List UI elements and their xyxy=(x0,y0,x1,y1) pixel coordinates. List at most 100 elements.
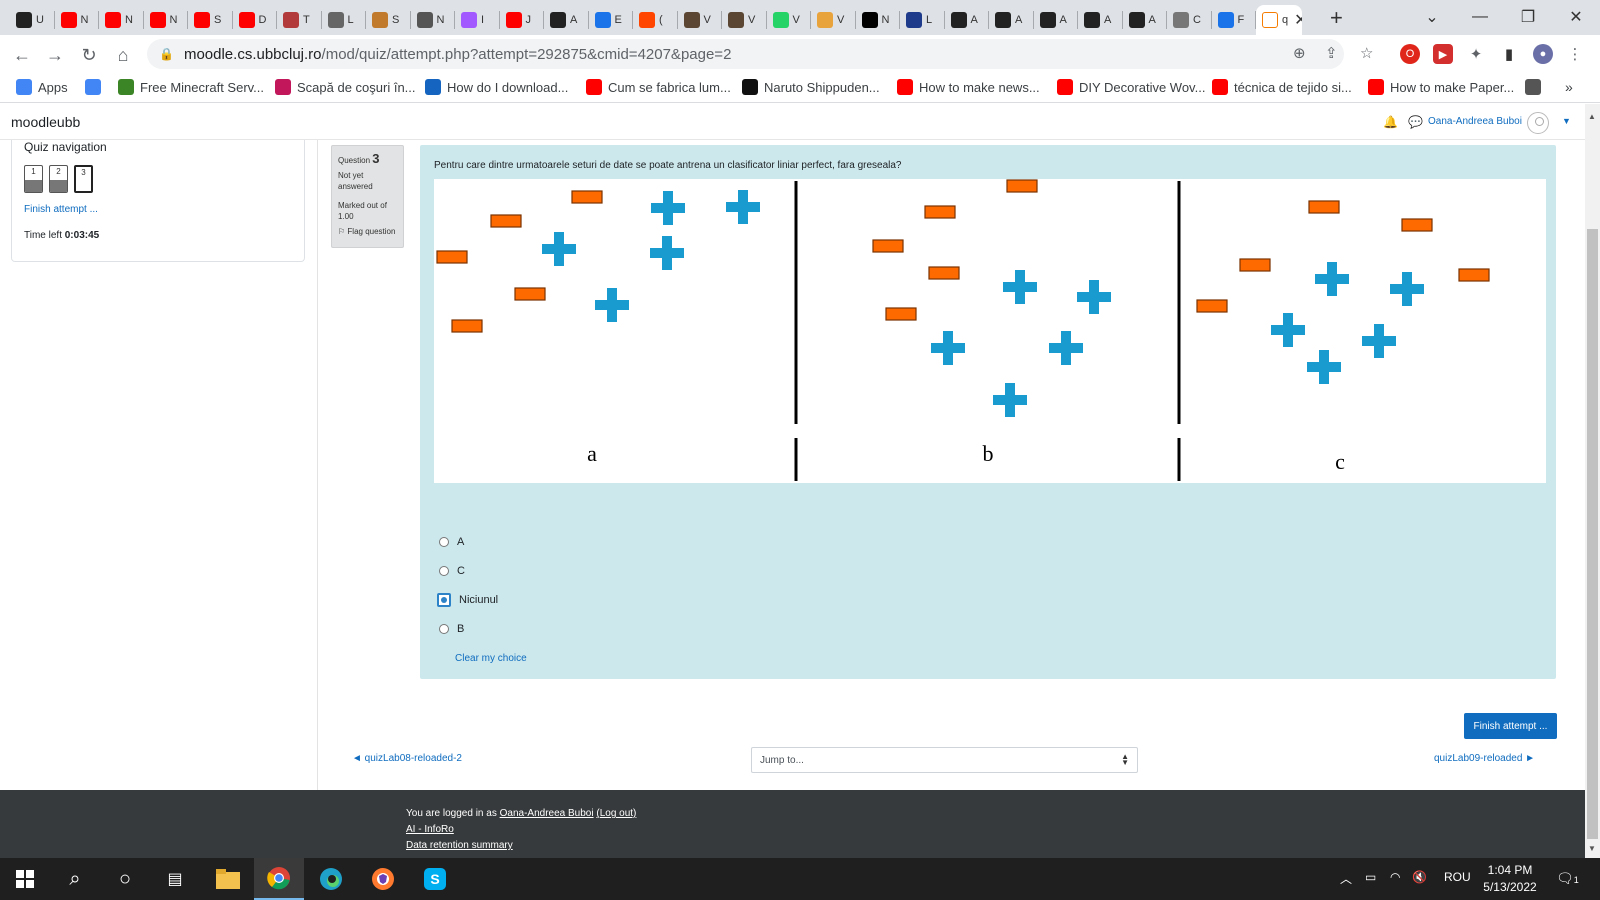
task-view-icon[interactable]: ▤ xyxy=(150,858,200,900)
edge-taskbar-icon[interactable] xyxy=(306,858,356,900)
browser-tab[interactable]: A xyxy=(945,5,989,35)
user-menu-name[interactable]: Oana-Andreea Buboi xyxy=(1428,116,1522,127)
reload-icon[interactable]: ↻ xyxy=(77,43,101,67)
browser-tab[interactable]: V xyxy=(722,5,766,35)
input-language[interactable]: ROU xyxy=(1444,870,1471,884)
browser-tab[interactable]: A xyxy=(544,5,588,35)
bookmark-item[interactable]: Cum se fabrica lum... xyxy=(586,79,731,95)
browser-tab[interactable]: A xyxy=(1034,5,1078,35)
zoom-icon[interactable]: ⊕ xyxy=(1293,44,1306,62)
bookmark-item[interactable]: Apps xyxy=(16,79,68,95)
browser-tab[interactable]: D xyxy=(233,5,277,35)
user-menu-caret-icon[interactable]: ▼ xyxy=(1562,116,1571,126)
battery-icon[interactable]: ▭ xyxy=(1365,870,1376,884)
browser-tab[interactable]: ( xyxy=(633,5,677,35)
browser-tab[interactable]: C xyxy=(1167,5,1211,35)
browser-tab[interactable]: U xyxy=(10,5,54,35)
bookmark-item[interactable]: Scapă de coşuri în... xyxy=(275,79,416,95)
footer-user-link[interactable]: Oana-Andreea Buboi xyxy=(500,808,594,819)
site-brand[interactable]: moodleubb xyxy=(11,114,80,130)
browser-tab[interactable]: E xyxy=(589,5,633,35)
bookmark-item[interactable]: How to make news... xyxy=(897,79,1040,95)
restore-button[interactable]: ❐ xyxy=(1508,4,1548,30)
chrome-taskbar-icon[interactable] xyxy=(254,858,304,900)
browser-tab[interactable]: F xyxy=(1212,5,1256,35)
browser-tab[interactable]: N xyxy=(144,5,188,35)
bookmark-item[interactable]: técnica de tejido si... xyxy=(1212,79,1352,95)
bookmark-item[interactable]: Naruto Shippuden... xyxy=(742,79,880,95)
previous-activity-link[interactable]: ◄ quizLab08-reloaded-2 xyxy=(352,753,462,764)
extensions-puzzle-icon[interactable]: ✦ xyxy=(1466,44,1486,64)
speaker-muted-icon[interactable]: 🔇 xyxy=(1412,870,1427,884)
logout-link[interactable]: (Log out) xyxy=(596,808,636,819)
share-icon[interactable]: ⇪ xyxy=(1325,44,1338,62)
answer-option-b[interactable]: B xyxy=(439,623,464,635)
bookmark-item[interactable] xyxy=(1525,79,1541,95)
browser-tab[interactable]: V xyxy=(767,5,811,35)
browser-tab[interactable]: L xyxy=(322,5,366,35)
browser-tab[interactable]: V xyxy=(678,5,722,35)
quiz-nav-question-3[interactable]: 3 xyxy=(74,165,93,193)
browser-tab[interactable]: N xyxy=(411,5,455,35)
windows-start-icon[interactable] xyxy=(0,858,50,900)
file-explorer-icon[interactable] xyxy=(203,858,253,900)
browser-tab[interactable]: J xyxy=(500,5,544,35)
bookmark-item[interactable]: DIY Decorative Wov... xyxy=(1057,79,1205,95)
forward-arrow-icon[interactable]: → xyxy=(43,43,67,67)
quiz-nav-question-1[interactable]: 1 xyxy=(24,165,43,193)
browser-tab[interactable]: S xyxy=(366,5,410,35)
browser-tab[interactable]: V xyxy=(811,5,855,35)
browser-tab[interactable]: A xyxy=(989,5,1033,35)
finish-attempt-link[interactable]: Finish attempt ... xyxy=(24,204,98,215)
scrollbar-thumb[interactable] xyxy=(1587,229,1598,839)
minimize-button[interactable]: — xyxy=(1460,4,1500,30)
notification-bell-icon[interactable]: 🔔 xyxy=(1383,115,1398,129)
search-icon[interactable]: ⌕ xyxy=(50,858,100,900)
browser-tab[interactable]: A xyxy=(1078,5,1122,35)
bookmark-item[interactable]: How to make Paper... xyxy=(1368,79,1514,95)
bookmark-item[interactable]: Free Minecraft Serv... xyxy=(118,79,264,95)
browser-tab[interactable]: N xyxy=(55,5,99,35)
answer-option-a[interactable]: A xyxy=(439,536,464,548)
browser-tab[interactable]: L xyxy=(900,5,944,35)
bookmark-item[interactable]: How do I download... xyxy=(425,79,568,95)
cortana-icon[interactable]: ○ xyxy=(100,858,150,900)
browser-tab[interactable]: N xyxy=(856,5,900,35)
new-tab-button[interactable]: + xyxy=(1330,6,1343,30)
quiz-nav-question-2[interactable]: 2 xyxy=(49,165,68,193)
system-clock[interactable]: 1:04 PM 5/13/2022 xyxy=(1475,862,1545,896)
video-extension-icon[interactable]: ▶ xyxy=(1433,44,1453,64)
radio-button[interactable] xyxy=(439,566,449,576)
user-avatar[interactable] xyxy=(1527,112,1549,134)
back-arrow-icon[interactable]: ← xyxy=(10,43,34,67)
page-scrollbar[interactable]: ▲ ▼ xyxy=(1585,104,1600,858)
flag-question-link[interactable]: ⚐ Flag question xyxy=(338,227,397,236)
message-bubble-icon[interactable]: 💬 xyxy=(1408,115,1423,129)
wifi-icon[interactable]: ◠ xyxy=(1390,870,1400,884)
scroll-up-arrow-icon[interactable]: ▲ xyxy=(1588,112,1596,121)
browser-tab[interactable]: A xyxy=(1123,5,1167,35)
address-bar[interactable]: 🔒 moodle.cs.ubbcluj.ro/mod/quiz/attempt.… xyxy=(147,39,1344,69)
data-retention-link[interactable]: Data retention summary xyxy=(406,840,513,851)
tab-search-dropdown-icon[interactable]: ⌄ xyxy=(1412,4,1452,30)
chrome-menu-icon[interactable]: ⋮ xyxy=(1565,44,1585,64)
clear-choice-link[interactable]: Clear my choice xyxy=(455,653,527,664)
browser-tab[interactable]: q ✕ xyxy=(1256,5,1302,35)
bookmarks-overflow-icon[interactable]: » xyxy=(1565,79,1573,95)
shield-browser-taskbar-icon[interactable] xyxy=(358,858,408,900)
browser-tab[interactable]: I xyxy=(455,5,499,35)
bookmark-star-icon[interactable]: ☆ xyxy=(1360,44,1373,62)
bookmark-item[interactable] xyxy=(85,79,101,95)
radio-button[interactable] xyxy=(439,537,449,547)
scroll-down-arrow-icon[interactable]: ▼ xyxy=(1588,844,1596,853)
course-link[interactable]: AI - InfoRo xyxy=(406,824,454,835)
skype-taskbar-icon[interactable]: S xyxy=(410,858,460,900)
home-icon[interactable]: ⌂ xyxy=(111,43,135,67)
close-window-button[interactable]: ✕ xyxy=(1556,4,1596,30)
side-panel-icon[interactable]: ▮ xyxy=(1499,44,1519,64)
opera-extension-icon[interactable]: O xyxy=(1400,44,1420,64)
radio-button[interactable] xyxy=(439,624,449,634)
jump-to-select[interactable]: Jump to... ▲ ▼ xyxy=(751,747,1138,773)
notification-center-icon[interactable]: 🗨1 xyxy=(1556,870,1579,887)
next-activity-link[interactable]: quizLab09-reloaded ► xyxy=(1434,753,1535,764)
